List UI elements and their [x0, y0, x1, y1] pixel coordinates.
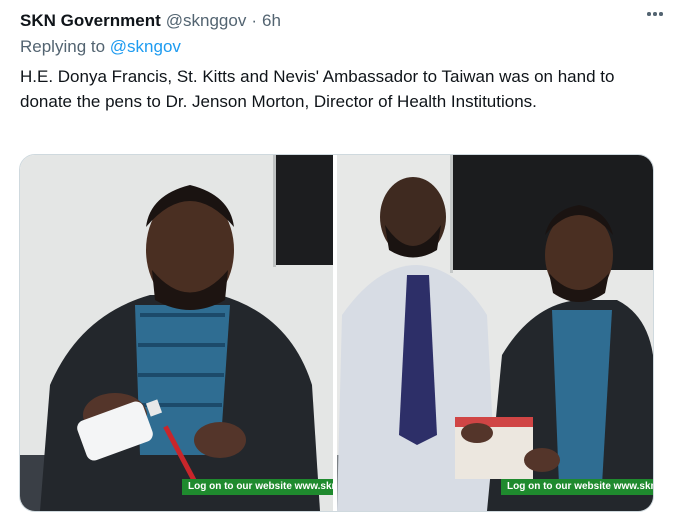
- tweet-text: H.E. Donya Francis, St. Kitts and Nevis'…: [20, 67, 615, 111]
- author-name[interactable]: SKN Government: [20, 11, 161, 31]
- media-grid: Log on to our website www.skn Log on to …: [19, 154, 654, 512]
- photo-left-banner: Log on to our website www.skn: [182, 479, 333, 495]
- tweet-header: SKN Government @sknggov · 6h: [20, 9, 655, 33]
- tweet-timestamp[interactable]: 6h: [262, 11, 281, 31]
- replying-prefix: Replying to: [20, 37, 110, 56]
- photo-right-banner: Log on to our website www.skn: [501, 479, 653, 495]
- replying-to: Replying to @skngov: [20, 37, 181, 57]
- separator: ·: [251, 11, 257, 30]
- photo-left[interactable]: Log on to our website www.skn: [20, 155, 333, 511]
- photo-right[interactable]: Log on to our website www.skn: [337, 155, 653, 511]
- reply-handle-link[interactable]: @skngov: [110, 37, 181, 56]
- author-handle[interactable]: @sknggov: [166, 11, 247, 31]
- more-options-icon[interactable]: [641, 4, 669, 24]
- photo-left-image: [20, 155, 333, 511]
- photo-right-image: [337, 155, 653, 511]
